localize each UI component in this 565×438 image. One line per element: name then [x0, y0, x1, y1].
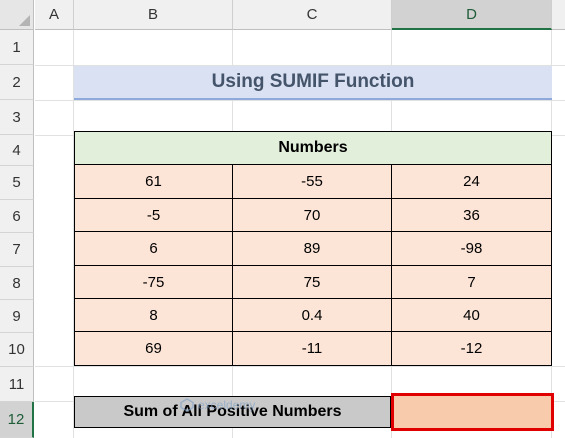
table-cell[interactable]: 24: [392, 165, 552, 199]
page-title[interactable]: Using SUMIF Function: [74, 66, 552, 100]
table-cell[interactable]: -55: [233, 165, 392, 199]
watermark-text: exceldemy: [198, 398, 256, 412]
table-cell[interactable]: 7: [392, 266, 552, 299]
column-header-c[interactable]: C: [233, 0, 392, 30]
table-cell[interactable]: 36: [392, 199, 552, 232]
table-cell[interactable]: 61: [74, 165, 233, 199]
row-header-12[interactable]: 12: [0, 402, 34, 438]
row-header-9[interactable]: 9: [0, 300, 34, 333]
column-header-e-partial[interactable]: [552, 0, 565, 30]
table-cell[interactable]: 70: [233, 199, 392, 232]
table-cell[interactable]: -75: [74, 266, 233, 299]
row-header-4[interactable]: 4: [0, 135, 34, 166]
row-header-3[interactable]: 3: [0, 100, 34, 135]
column-header-d[interactable]: D: [392, 0, 552, 30]
table-cell[interactable]: 40: [392, 299, 552, 332]
sum-positive-result-cell[interactable]: [391, 393, 554, 431]
select-all-icon: [19, 15, 30, 26]
column-header-a[interactable]: A: [35, 0, 74, 30]
table-cell[interactable]: -12: [392, 332, 552, 366]
table-cell[interactable]: -11: [233, 332, 392, 366]
row-header-11[interactable]: 11: [0, 367, 34, 402]
row-header-1[interactable]: 1: [0, 30, 34, 65]
table-cell[interactable]: -5: [74, 199, 233, 232]
table-cell[interactable]: 8: [74, 299, 233, 332]
table-cell[interactable]: 6: [74, 232, 233, 266]
table-cell[interactable]: 75: [233, 266, 392, 299]
row-header-7[interactable]: 7: [0, 233, 34, 267]
table-cell[interactable]: 89: [233, 232, 392, 266]
row-header-2[interactable]: 2: [0, 65, 34, 100]
row-header-8[interactable]: 8: [0, 267, 34, 300]
select-all-corner[interactable]: [0, 0, 34, 30]
watermark: exceldemy: [180, 398, 255, 412]
table-cell[interactable]: -98: [392, 232, 552, 266]
table-header-numbers[interactable]: Numbers: [74, 131, 552, 165]
table-cell[interactable]: 69: [74, 332, 233, 366]
row-header-6[interactable]: 6: [0, 200, 34, 233]
table-cell[interactable]: 0.4: [233, 299, 392, 332]
gridline: [35, 100, 565, 101]
column-header-b[interactable]: B: [74, 0, 233, 30]
row-header-5[interactable]: 5: [0, 166, 34, 200]
exceldemy-logo-icon: [180, 398, 194, 412]
gridline: [35, 366, 565, 367]
row-header-10[interactable]: 10: [0, 333, 34, 367]
